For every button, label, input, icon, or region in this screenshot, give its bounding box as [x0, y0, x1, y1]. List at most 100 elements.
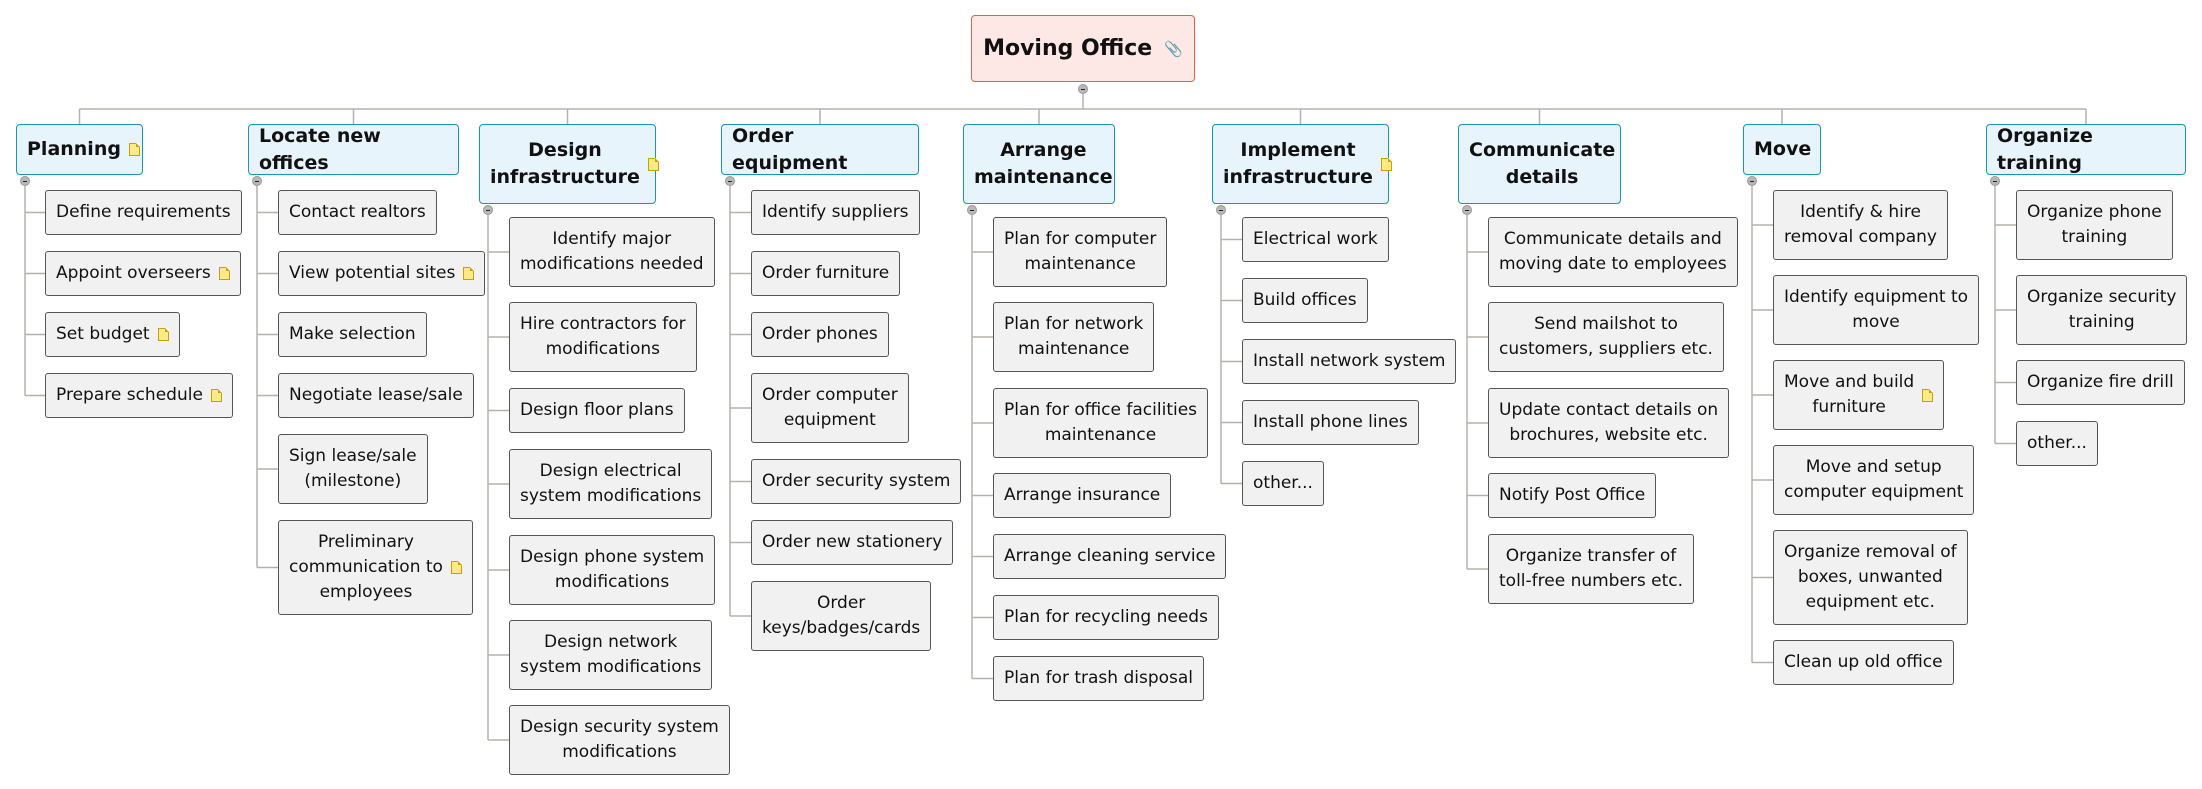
collapse-toggle[interactable] — [967, 205, 977, 215]
subtopic[interactable]: Install network system — [1242, 339, 1457, 384]
subtopic-label: Organize security training — [2027, 287, 2177, 332]
subtopic-label: Identify major modifications needed — [520, 229, 704, 274]
main-topic[interactable]: Order equipment — [721, 124, 919, 175]
collapse-toggle[interactable] — [483, 205, 493, 215]
subtopic-label: Prepare schedule — [56, 385, 203, 405]
collapse-toggle[interactable] — [20, 176, 30, 186]
note-icon[interactable] — [157, 328, 169, 341]
subtopic-label: Negotiate lease/sale — [289, 385, 463, 405]
subtopic[interactable]: Arrange insurance — [993, 473, 1172, 518]
main-topic[interactable]: Implement infrastructure — [1212, 124, 1392, 204]
subtopic[interactable]: Move and build furniture — [1773, 360, 1945, 430]
main-topic-label: Arrange maintenance — [974, 139, 1113, 188]
subtopic[interactable]: Design floor plans — [509, 388, 685, 433]
subtopic[interactable]: Negotiate lease/sale — [278, 373, 474, 418]
subtopic[interactable]: Order new stationery — [751, 520, 954, 565]
subtopic-label: Set budget — [56, 324, 150, 344]
collapse-toggle[interactable] — [1216, 205, 1226, 215]
subtopic[interactable]: Organize transfer of toll-free numbers et… — [1488, 534, 1695, 604]
subtopic[interactable]: Electrical work — [1242, 217, 1389, 262]
subtopic[interactable]: Identify suppliers — [751, 190, 920, 235]
subtopic[interactable]: Order security system — [751, 459, 962, 504]
subtopic[interactable]: Install phone lines — [1242, 400, 1419, 445]
subtopic[interactable]: Plan for recycling needs — [993, 595, 1219, 640]
subtopic[interactable]: Update contact details on brochures, webs… — [1488, 388, 1730, 458]
subtopic[interactable]: Design electrical system modifications — [509, 449, 713, 519]
subtopic[interactable]: Order keys/badges/cards — [751, 581, 932, 651]
collapse-toggle[interactable] — [1990, 176, 2000, 186]
subtopic[interactable]: Plan for office facilities maintenance — [993, 388, 1209, 458]
subtopic[interactable]: other... — [2016, 421, 2098, 466]
subtopic-label: Identify & hire removal company — [1784, 202, 1937, 247]
subtopic[interactable]: Hire contractors for modifications — [509, 302, 697, 372]
note-icon[interactable] — [450, 561, 462, 574]
main-topic[interactable]: Locate new offices — [248, 124, 459, 175]
main-topic-label: Organize training — [1997, 124, 2093, 174]
subtopic-label: Identify equipment to move — [1784, 287, 1969, 332]
subtopic-label: Plan for network maintenance — [1004, 314, 1144, 359]
note-icon[interactable] — [1380, 157, 1392, 171]
subtopic[interactable]: View potential sites — [278, 251, 486, 296]
subtopic-label: Organize removal of boxes, unwanted equipm… — [1784, 542, 1957, 612]
subtopic[interactable]: Plan for computer maintenance — [993, 217, 1168, 287]
subtopic[interactable]: Order phones — [751, 312, 889, 357]
subtopic[interactable]: Clean up old office — [1773, 640, 1954, 685]
subtopic[interactable]: Identify equipment to move — [1773, 275, 1980, 345]
subtopic[interactable]: Notify Post Office — [1488, 473, 1657, 518]
subtopic-label: Order phones — [762, 324, 878, 344]
subtopic[interactable]: Build offices — [1242, 278, 1368, 323]
subtopic[interactable]: Communicate details and moving date to em… — [1488, 217, 1738, 287]
note-icon[interactable] — [463, 267, 475, 280]
subtopic[interactable]: Organize security training — [2016, 275, 2188, 345]
collapse-toggle[interactable] — [725, 176, 735, 186]
subtopic[interactable]: Organize phone training — [2016, 190, 2173, 260]
subtopic[interactable]: Plan for network maintenance — [993, 302, 1155, 372]
subtopic[interactable]: Send mailshot to customers, suppliers etc… — [1488, 302, 1724, 372]
subtopic[interactable]: Set budget — [45, 312, 180, 357]
paperclip-icon[interactable]: 📎 — [1164, 40, 1183, 58]
subtopic-label: Hire contractors for modifications — [520, 314, 686, 359]
subtopic[interactable]: Organize removal of boxes, unwanted equipm… — [1773, 530, 1968, 625]
root-topic-label: Moving Office — [983, 36, 1153, 61]
subtopic[interactable]: Design phone system modifications — [509, 535, 716, 605]
subtopic[interactable]: Order computer equipment — [751, 373, 909, 443]
collapse-toggle[interactable] — [252, 176, 262, 186]
main-topic[interactable]: Planning — [16, 124, 143, 175]
main-topic[interactable]: Arrange maintenance — [963, 124, 1115, 204]
subtopic[interactable]: Design security system modifications — [509, 705, 730, 775]
collapse-toggle[interactable] — [1747, 176, 1757, 186]
subtopic[interactable]: Organize fire drill — [2016, 360, 2185, 405]
subtopic[interactable]: Appoint overseers — [45, 251, 241, 296]
subtopic[interactable]: Prepare schedule — [45, 373, 233, 418]
subtopic[interactable]: Make selection — [278, 312, 427, 357]
main-topic[interactable]: Design infrastructure — [479, 124, 659, 204]
subtopic[interactable]: Order furniture — [751, 251, 901, 296]
main-topic[interactable]: Move — [1743, 124, 1821, 175]
root-collapse-toggle[interactable] — [1078, 84, 1088, 94]
subtopic[interactable]: Define requirements — [45, 190, 242, 235]
subtopic[interactable]: Sign lease/sale (milestone) — [278, 434, 428, 504]
subtopic-label: other... — [1253, 473, 1313, 493]
note-icon[interactable] — [1922, 388, 1934, 402]
subtopic-label: Order new stationery — [762, 532, 943, 552]
note-icon[interactable] — [210, 389, 222, 402]
main-topic[interactable]: Communicate details — [1458, 124, 1621, 204]
subtopic[interactable]: Move and setup computer equipment — [1773, 445, 1975, 515]
subtopic[interactable]: Design network system modifications — [509, 620, 713, 690]
subtopic[interactable]: Identify major modifications needed — [509, 217, 715, 287]
subtopic[interactable]: Arrange cleaning service — [993, 534, 1227, 579]
main-topic-label: Locate new offices — [259, 124, 381, 174]
subtopic-label: Build offices — [1253, 290, 1357, 310]
subtopic[interactable]: Contact realtors — [278, 190, 437, 235]
collapse-toggle[interactable] — [1462, 205, 1472, 215]
main-topic[interactable]: Organize training — [1986, 124, 2186, 175]
subtopic[interactable]: Plan for trash disposal — [993, 656, 1205, 701]
subtopic[interactable]: Preliminary communication to employees — [278, 520, 473, 615]
note-icon[interactable] — [647, 157, 659, 171]
subtopic[interactable]: other... — [1242, 461, 1324, 506]
note-icon[interactable] — [128, 143, 140, 156]
subtopic-label: Arrange insurance — [1004, 485, 1161, 505]
subtopic[interactable]: Identify & hire removal company — [1773, 190, 1948, 260]
note-icon[interactable] — [218, 267, 230, 280]
root-topic[interactable]: Moving Office 📎 — [971, 15, 1195, 82]
